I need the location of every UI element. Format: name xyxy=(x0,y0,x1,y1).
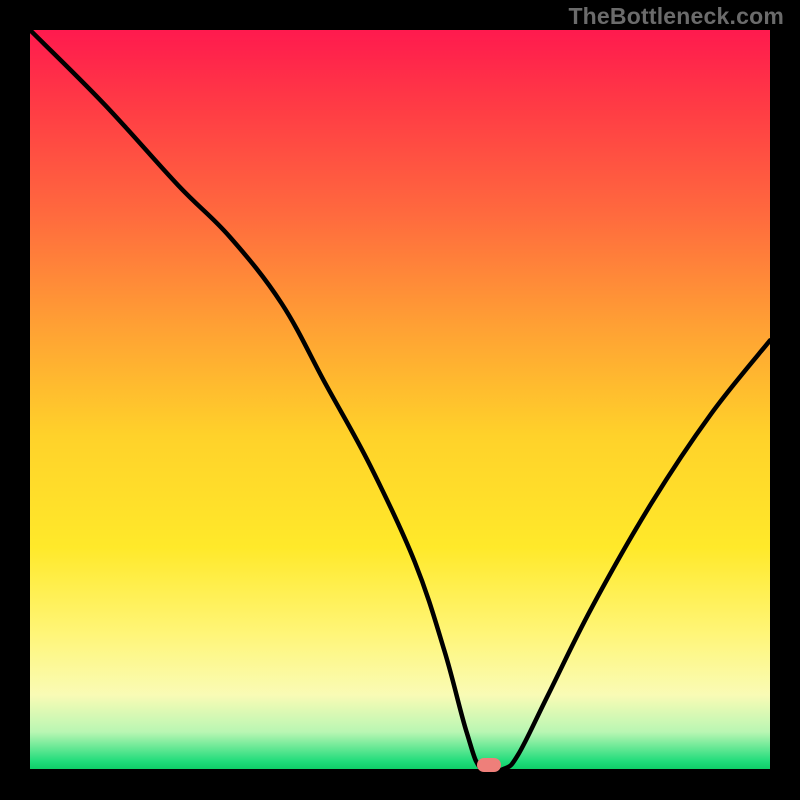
bottleneck-curve-path xyxy=(30,30,770,769)
bottleneck-curve-svg xyxy=(30,30,770,769)
bottleneck-chart: TheBottleneck.com xyxy=(0,0,800,800)
plot-gradient-area xyxy=(30,30,770,769)
watermark-text: TheBottleneck.com xyxy=(568,3,784,30)
optimal-point-marker xyxy=(477,758,501,772)
